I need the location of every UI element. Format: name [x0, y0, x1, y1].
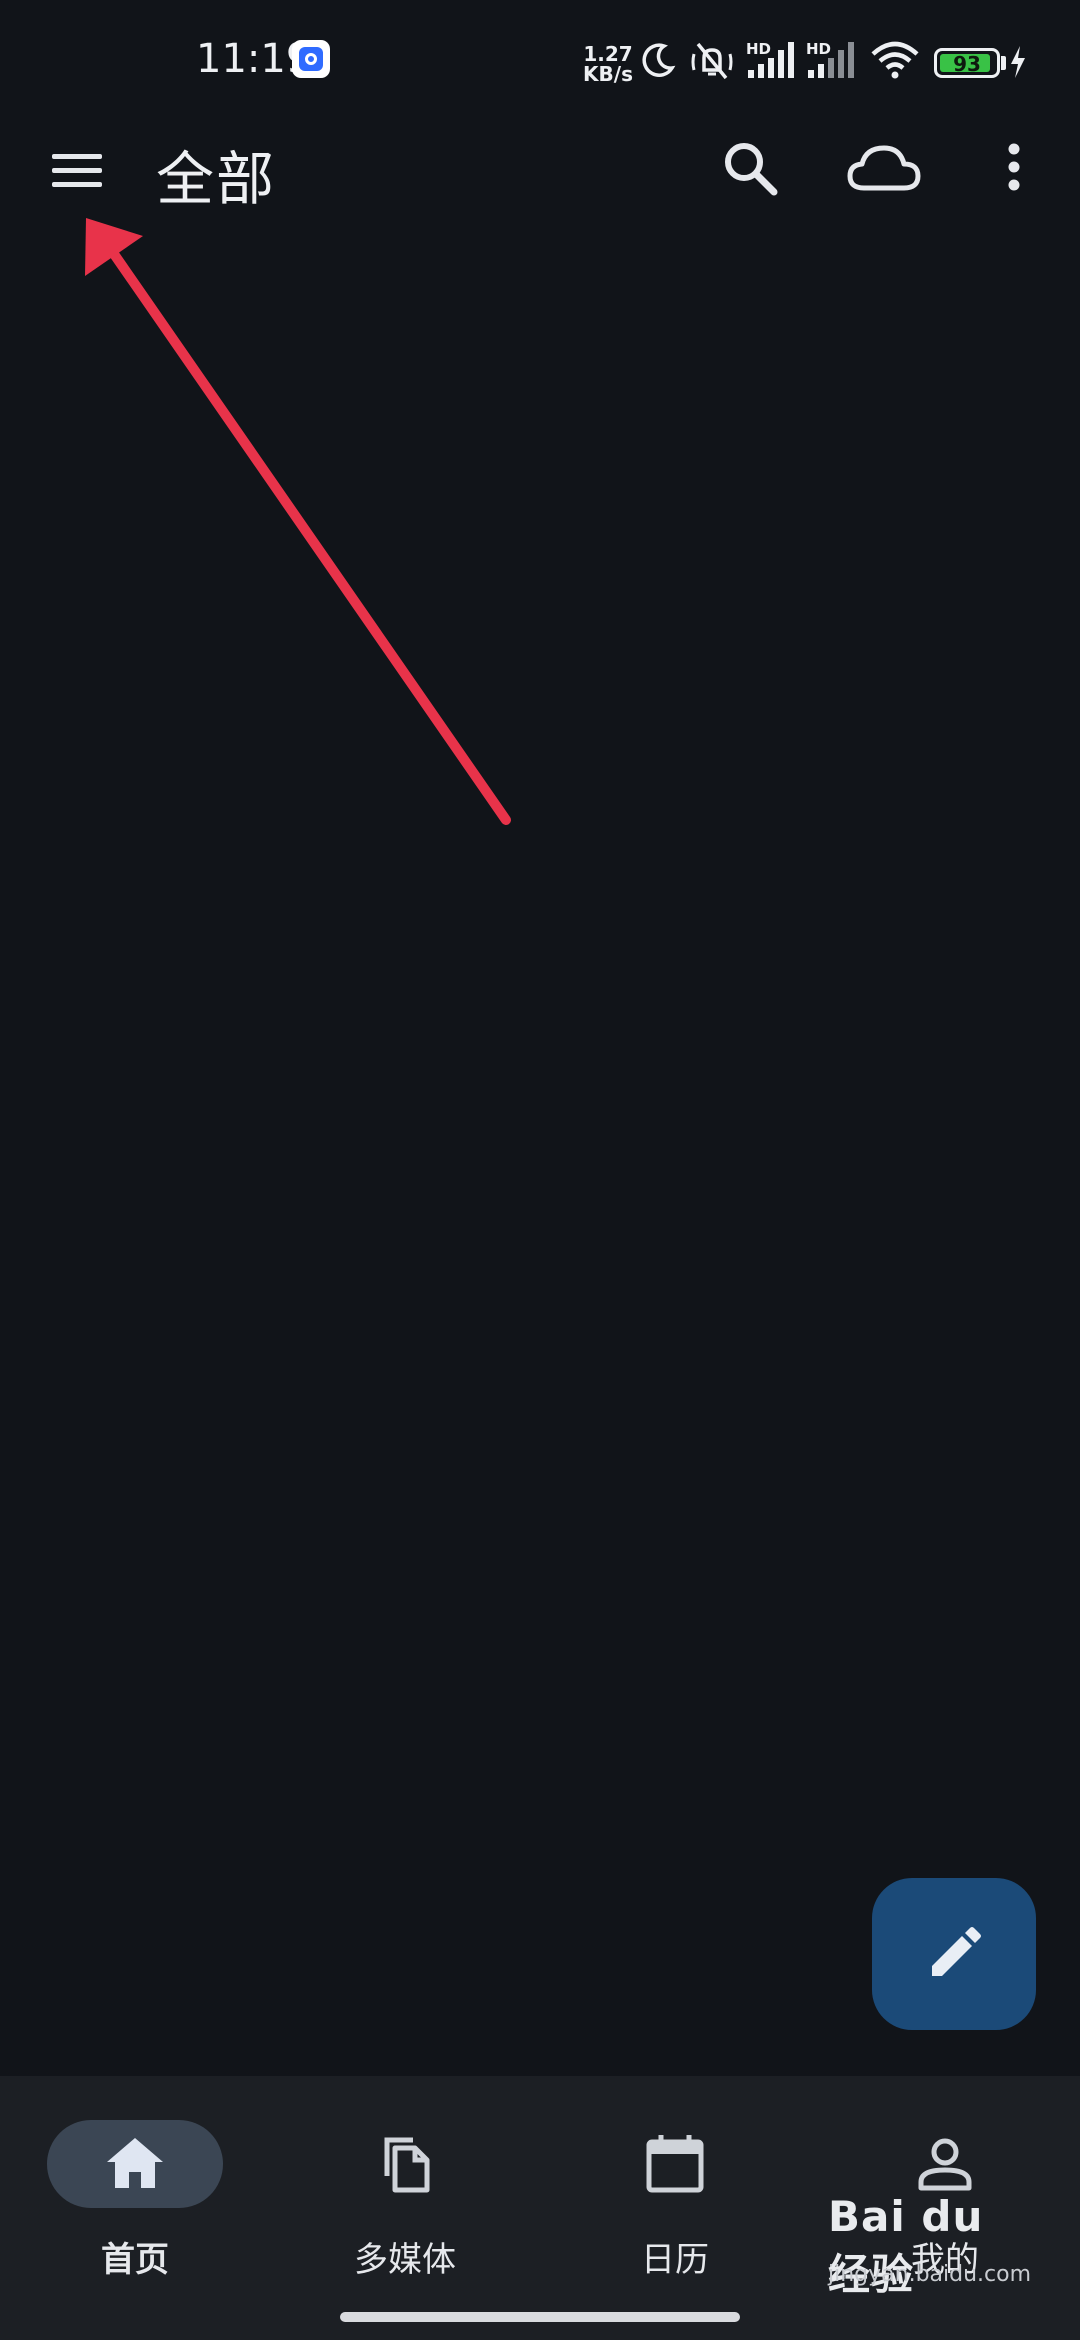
- menu-button[interactable]: [44, 140, 110, 200]
- cloud-sync-button[interactable]: [846, 140, 922, 200]
- menu-icon: [52, 154, 102, 187]
- page-title: 全部: [156, 145, 277, 213]
- search-icon: [725, 143, 778, 196]
- cloud-icon: [847, 145, 921, 191]
- wifi-icon: [871, 41, 919, 79]
- mute-vibrate-icon: [691, 42, 733, 80]
- net-speed-value: 1.27: [583, 42, 633, 66]
- calendar-icon: [646, 2135, 704, 2193]
- person-icon: [918, 2138, 972, 2191]
- baidu-jingyan-watermark: Bai du 经验 jingyan.baidu.com: [828, 2192, 1034, 2300]
- nav-item-multimedia[interactable]: 多媒体: [270, 2112, 540, 2282]
- more-vert-icon: [1008, 143, 1020, 191]
- net-speed: 1.27 KB/s: [582, 44, 634, 84]
- watermark-url: jingyan.baidu.com: [828, 2262, 1032, 2287]
- edit-pencil-icon: [932, 1927, 981, 1976]
- battery-nub: [1001, 56, 1006, 70]
- home-icon: [107, 2138, 163, 2188]
- nav-item-home[interactable]: 首页: [0, 2112, 270, 2282]
- compose-fab[interactable]: [872, 1878, 1036, 2030]
- charging-bolt-icon: [1011, 46, 1025, 78]
- battery-icon: 93: [934, 48, 1000, 78]
- app-notification-icon: [292, 40, 330, 78]
- moon-icon: [642, 43, 676, 77]
- status-bar: 11:19 1.27 KB/s HD HD 93: [0, 0, 1080, 120]
- nav-label: 首页: [101, 2240, 169, 2280]
- net-speed-unit: KB/s: [583, 62, 633, 86]
- top-app-bar: 全部: [0, 120, 1080, 220]
- battery-level: 93: [953, 52, 981, 76]
- gesture-handle[interactable]: [340, 2312, 740, 2322]
- nav-item-calendar[interactable]: 日历: [540, 2112, 810, 2282]
- signal-icon: HD: [806, 38, 858, 80]
- search-button[interactable]: [718, 136, 782, 200]
- screen: 11:19 1.27 KB/s HD HD 93 全部 首页 多媒体 日历 我的…: [0, 0, 1080, 2340]
- nav-label: 日历: [641, 2240, 709, 2280]
- signal-icon: HD: [746, 38, 798, 80]
- more-options-button[interactable]: [1000, 140, 1028, 200]
- nav-label: 多媒体: [354, 2240, 456, 2280]
- copy-files-icon: [384, 2137, 430, 2193]
